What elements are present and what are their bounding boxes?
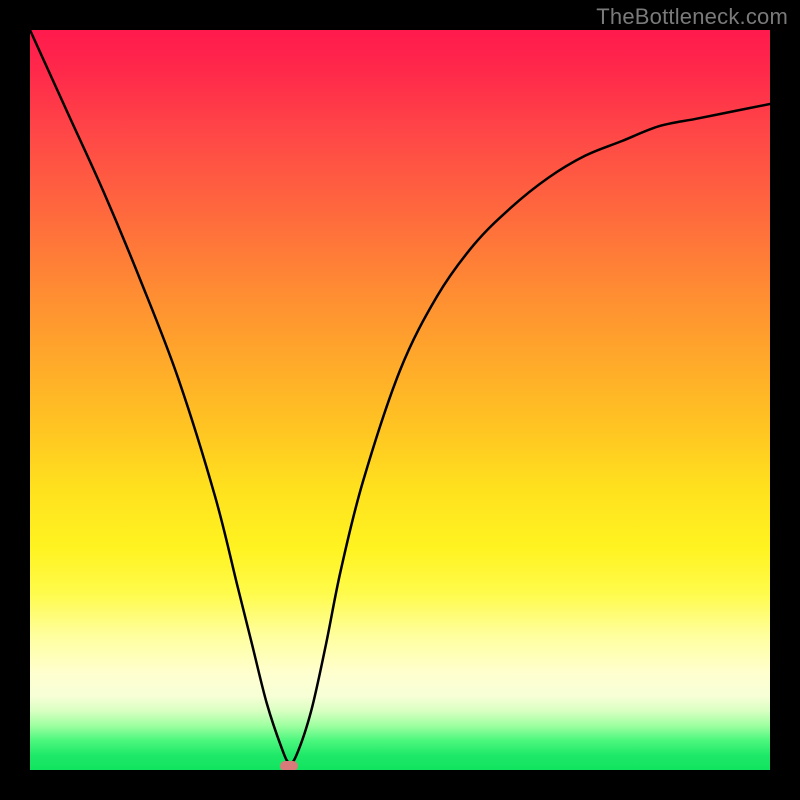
optimal-point-marker bbox=[280, 761, 298, 770]
chart-frame: TheBottleneck.com bbox=[0, 0, 800, 800]
bottleneck-curve bbox=[30, 30, 770, 770]
watermark-text: TheBottleneck.com bbox=[596, 4, 788, 30]
plot-area bbox=[30, 30, 770, 770]
